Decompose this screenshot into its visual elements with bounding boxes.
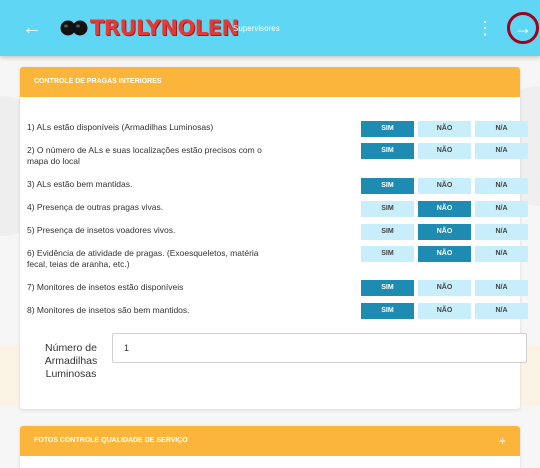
option-nao[interactable]: NÃO	[418, 224, 471, 240]
option-nao[interactable]: NÃO	[418, 178, 471, 194]
option-nao[interactable]: NÃO	[418, 246, 471, 262]
option-na[interactable]: N/A	[475, 178, 528, 194]
expand-plus-icon[interactable]: +	[499, 426, 506, 456]
section-header[interactable]: FOTOS CONTROLE QUALIDADE DE SERVIÇO +	[20, 426, 520, 456]
option-sim[interactable]: SIM	[361, 143, 414, 159]
option-na[interactable]: N/A	[475, 143, 528, 159]
option-sim[interactable]: SIM	[361, 121, 414, 137]
service-photos-card: FOTOS CONTROLE QUALIDADE DE SERVIÇO +	[20, 426, 520, 468]
option-nao[interactable]: NÃO	[418, 121, 471, 137]
section-header: CONTROLE DE PRAGAS INTERIORES	[20, 67, 520, 97]
bug-logo-icon	[60, 20, 88, 36]
option-nao[interactable]: NÃO	[418, 303, 471, 319]
section-title: CONTROLE DE PRAGAS INTERIORES	[34, 78, 162, 85]
option-nao[interactable]: NÃO	[418, 143, 471, 159]
option-nao[interactable]: NÃO	[418, 201, 471, 217]
option-sim[interactable]: SIM	[361, 224, 414, 240]
option-na[interactable]: N/A	[475, 224, 528, 240]
option-na[interactable]: N/A	[475, 280, 528, 296]
section-title: FOTOS CONTROLE QUALIDADE DE SERVIÇO	[34, 437, 188, 444]
light-traps-count-input[interactable]: 1	[112, 333, 527, 363]
app-bar: ← TRULYNOLEN Supervisores ⋮ →	[0, 0, 540, 56]
option-na[interactable]: N/A	[475, 121, 528, 137]
option-sim[interactable]: SIM	[361, 280, 414, 296]
option-nao[interactable]: NÃO	[418, 280, 471, 296]
option-sim[interactable]: SIM	[361, 178, 414, 194]
option-sim[interactable]: SIM	[361, 303, 414, 319]
arrow-right-icon[interactable]: →	[513, 18, 533, 38]
app-subtitle: Supervisores	[233, 24, 280, 33]
option-na[interactable]: N/A	[475, 303, 528, 319]
option-na[interactable]: N/A	[475, 246, 528, 262]
more-vertical-icon[interactable]: ⋮	[476, 16, 494, 40]
back-arrow-icon[interactable]: ←	[20, 16, 44, 40]
option-na[interactable]: N/A	[475, 201, 528, 217]
option-sim[interactable]: SIM	[361, 201, 414, 217]
next-button-highlight: →	[507, 12, 539, 44]
brand-name: TRULYNOLEN	[90, 16, 239, 40]
option-sim[interactable]: SIM	[361, 246, 414, 262]
